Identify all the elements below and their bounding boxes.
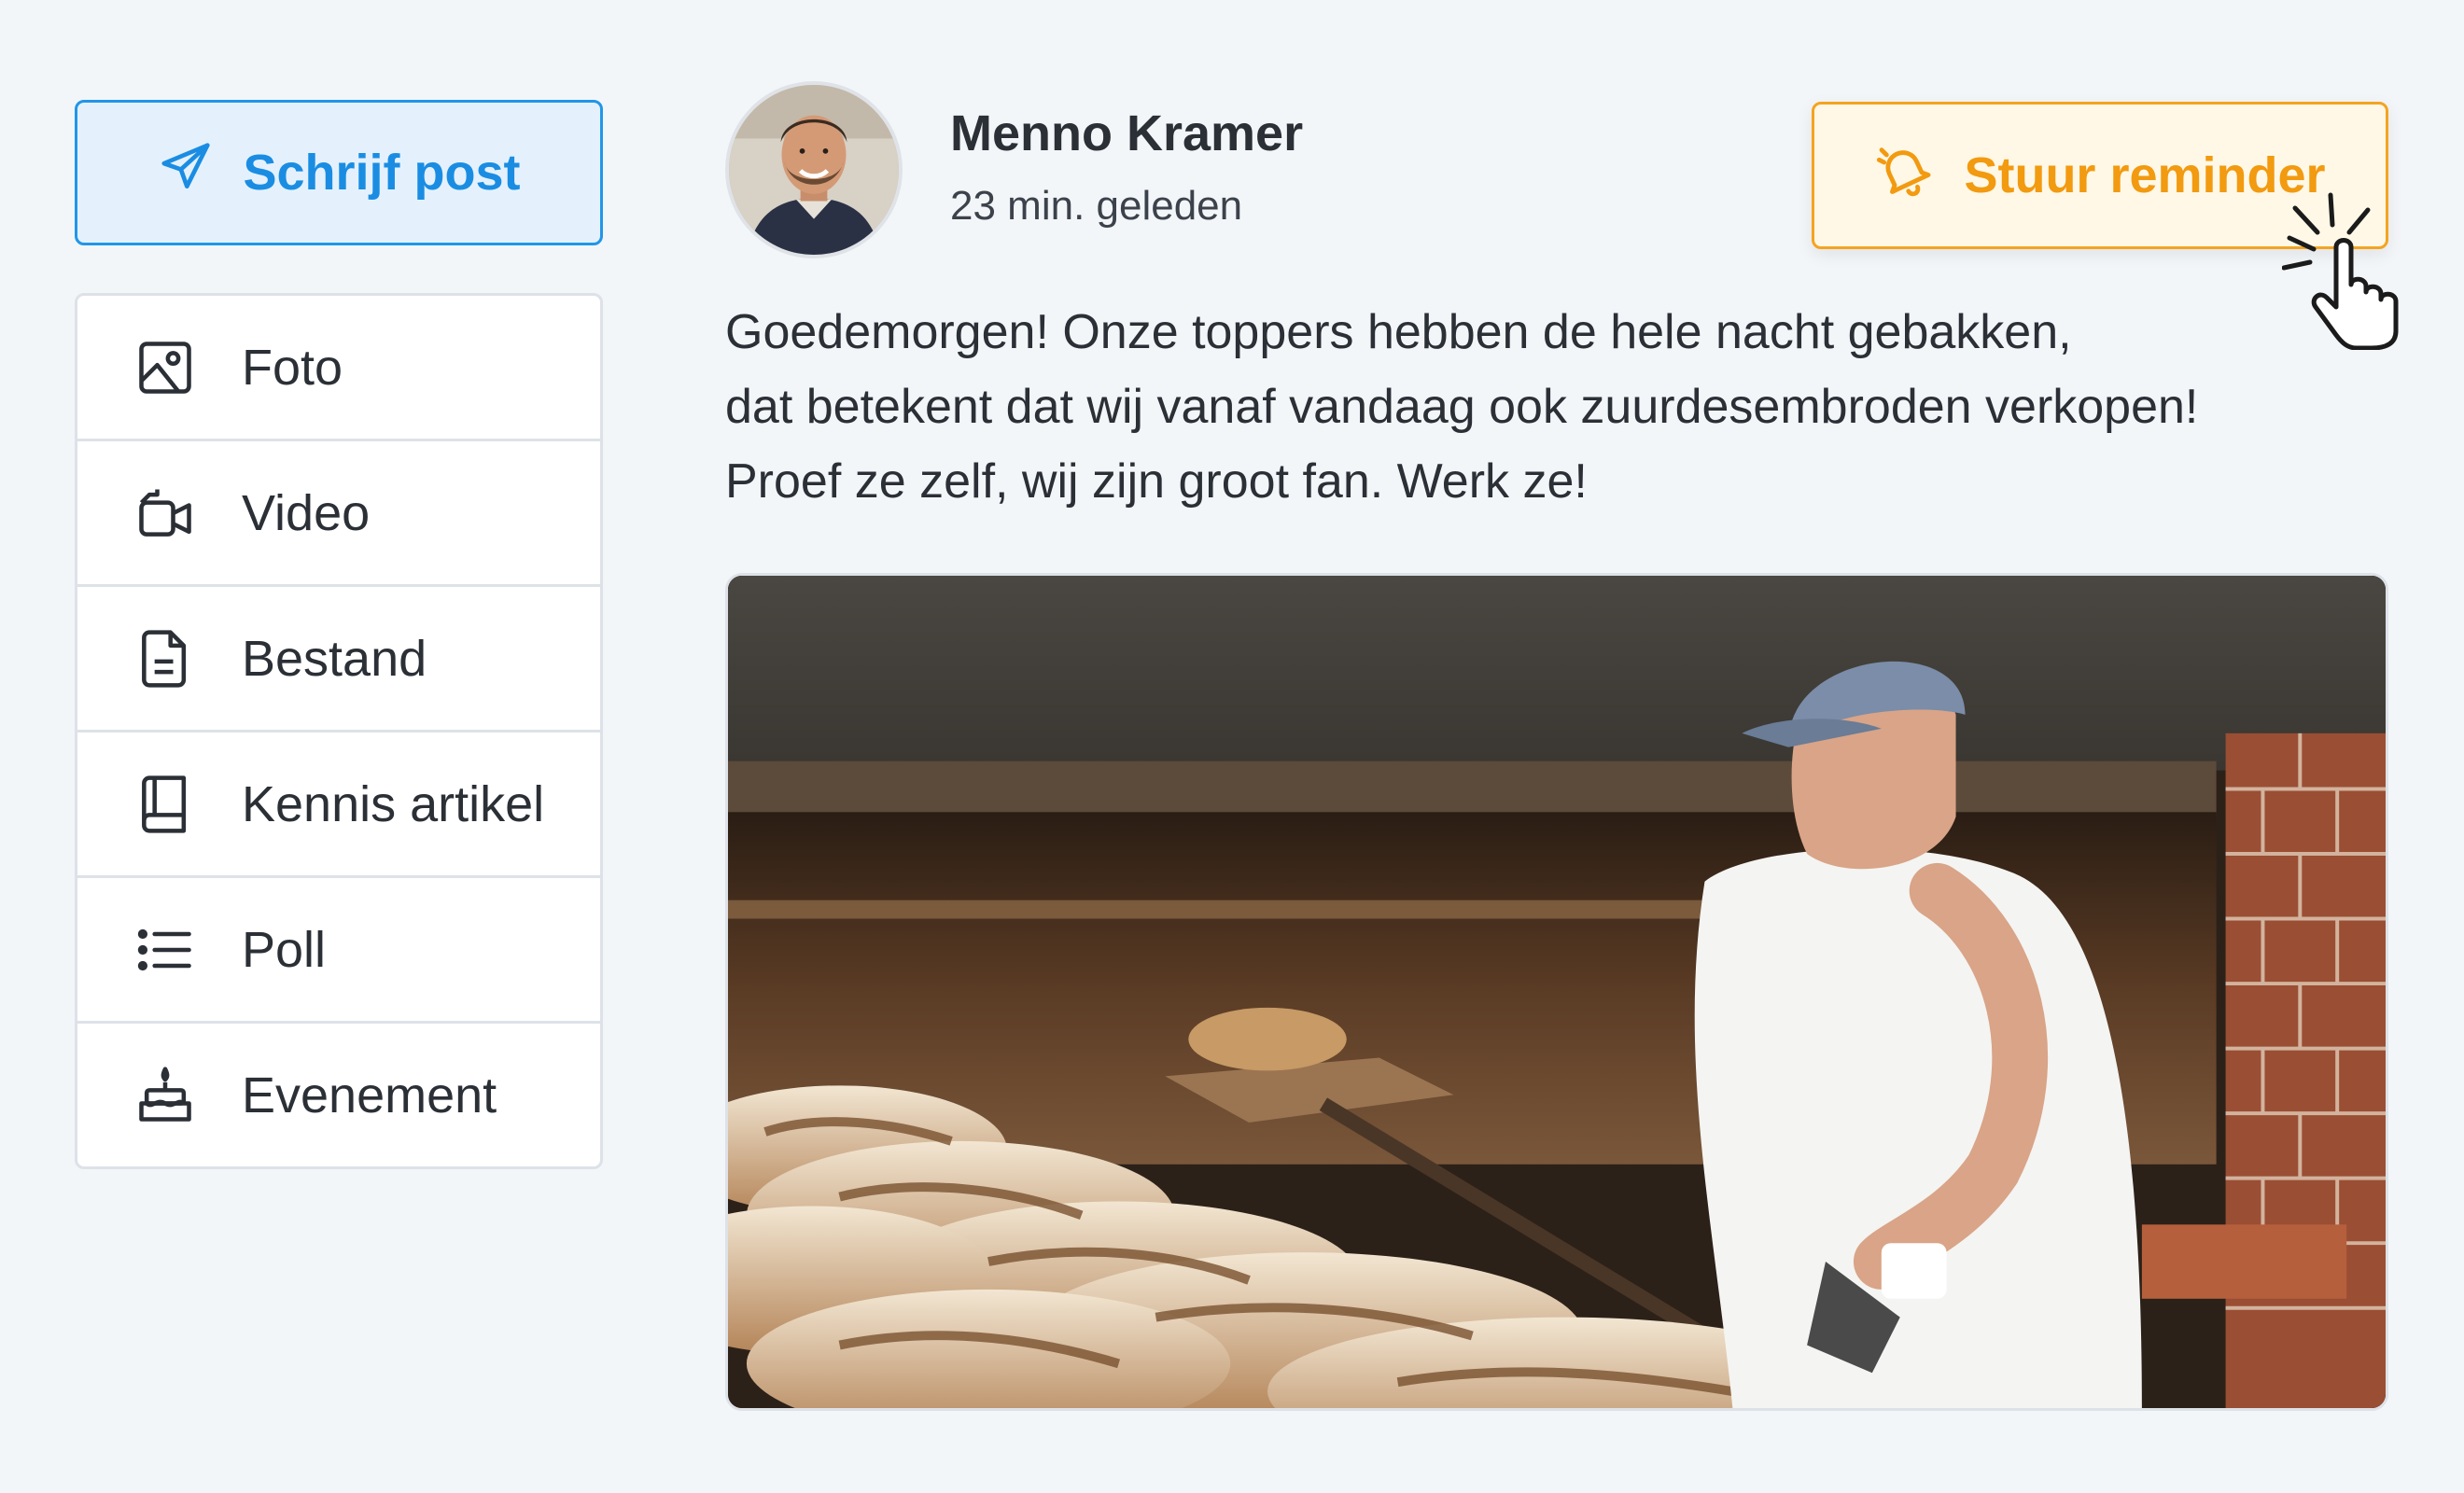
list-icon xyxy=(132,916,199,984)
book-icon xyxy=(132,771,199,838)
menu-item-evenement[interactable]: Evenement xyxy=(77,1024,600,1166)
post-type-menu: Foto Video Bestand Kennis artikel Poll E… xyxy=(75,293,603,1169)
menu-item-label: Poll xyxy=(242,921,327,978)
menu-item-poll[interactable]: Poll xyxy=(77,878,600,1024)
post-timestamp: 23 min. geleden xyxy=(950,183,1243,229)
menu-item-foto[interactable]: Foto xyxy=(77,296,600,441)
menu-item-label: Foto xyxy=(242,339,343,396)
write-post-label: Schrijf post xyxy=(243,145,521,201)
write-post-button[interactable]: Schrijf post xyxy=(75,100,603,245)
image-icon xyxy=(132,334,199,401)
post-text-line: Goedemorgen! Onze toppers hebben de hele… xyxy=(725,305,2072,359)
paper-plane-icon xyxy=(157,138,215,208)
bell-icon xyxy=(1874,140,1934,212)
menu-item-label: Kennis artikel xyxy=(242,775,545,832)
menu-item-label: Video xyxy=(242,484,371,541)
video-camera-icon xyxy=(132,480,199,547)
menu-item-kennis-artikel[interactable]: Kennis artikel xyxy=(77,733,600,878)
post-body: Goedemorgen! Onze toppers hebben de hele… xyxy=(725,295,2405,519)
post-text-line: dat betekent dat wij vanaf vandaag ook z… xyxy=(725,380,2199,434)
send-reminder-label: Stuur reminder xyxy=(1964,147,2326,203)
post-text-line: Proef ze zelf, wij zijn groot fan. Werk … xyxy=(725,454,1588,509)
author-name[interactable]: Menno Kramer xyxy=(950,105,1303,162)
menu-item-bestand[interactable]: Bestand xyxy=(77,587,600,733)
menu-item-label: Bestand xyxy=(242,630,427,687)
menu-item-video[interactable]: Video xyxy=(77,441,600,587)
cake-icon xyxy=(132,1062,199,1129)
avatar[interactable] xyxy=(725,81,903,258)
document-icon xyxy=(132,625,199,692)
menu-item-label: Evenement xyxy=(242,1067,497,1123)
post-image[interactable] xyxy=(725,573,2388,1411)
